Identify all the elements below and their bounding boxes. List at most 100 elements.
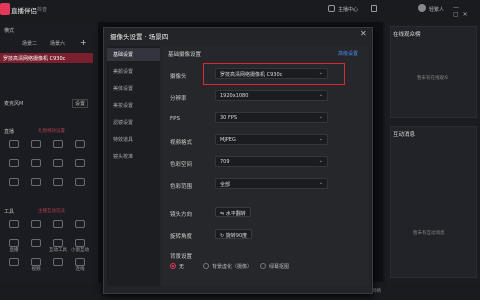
tool-icon: [9, 239, 19, 247]
extra-tool-3[interactable]: [70, 220, 90, 238]
settings-icon[interactable]: [371, 5, 377, 12]
resolution-select[interactable]: 1920x1080 ⌄: [215, 90, 328, 101]
main-tool-2[interactable]: [48, 140, 68, 158]
main-tool-7[interactable]: [70, 159, 90, 177]
extra-tool-4[interactable]: 直播: [4, 239, 24, 257]
bg-option-none[interactable]: 无: [179, 263, 184, 270]
tool-icon: [9, 140, 19, 148]
extra-tool-6[interactable]: 互动工具: [48, 239, 68, 257]
flip-horizontal-button[interactable]: ⇋ 水平翻转: [215, 207, 251, 217]
format-label: 视频格式: [170, 140, 193, 146]
format-select[interactable]: MJPEG ⌄: [215, 134, 328, 145]
colorspace-select[interactable]: 709 ⌄: [215, 156, 328, 167]
tool-icon: [31, 258, 41, 266]
main-tool-9[interactable]: [26, 178, 46, 196]
tools-title: 直播: [4, 129, 15, 135]
tool-label: 小窗互动: [71, 248, 89, 253]
close-icon[interactable]: ✕: [360, 29, 367, 38]
add-scene-icon[interactable]: +: [80, 38, 87, 47]
messages-empty: 暂未有互动消息: [413, 231, 445, 236]
scene-tab-1[interactable]: 场景二: [22, 40, 37, 47]
tool-icon: [31, 159, 41, 167]
tool-icon: [31, 239, 41, 247]
app-subtitle: 抖音: [37, 7, 48, 13]
bg-option-greenscreen[interactable]: 绿幕抠图: [269, 263, 289, 270]
rotate-button[interactable]: ↻ 旋转90度: [215, 229, 253, 239]
camera-highlight-box: [203, 63, 345, 85]
main-tool-6[interactable]: [48, 159, 68, 177]
main-tool-4[interactable]: [4, 159, 24, 177]
nav-beauty[interactable]: 美颜设置: [107, 65, 160, 78]
chevron-down-icon: ⌄: [318, 114, 323, 120]
main-tool-8[interactable]: [4, 178, 24, 196]
main-tool-5[interactable]: [26, 159, 46, 177]
tool-icon: [53, 239, 63, 247]
tool-label: 互动工具: [49, 248, 67, 253]
rotate-label: 旋转角度: [170, 234, 193, 240]
extra-tool-9[interactable]: 视频: [26, 258, 46, 276]
colorspace-label: 色彩空间: [170, 162, 193, 168]
camera-label: 摄像头: [170, 74, 187, 80]
extra-tool-2[interactable]: [48, 220, 68, 238]
main-tool-3[interactable]: [70, 140, 90, 158]
nav-basic[interactable]: 基础设置: [107, 48, 160, 61]
layout-mode[interactable]: 横式: [4, 27, 14, 34]
notification-icon[interactable]: [328, 5, 335, 12]
nav-effects[interactable]: 特效道具: [107, 133, 160, 146]
extra-tool-8[interactable]: [4, 258, 24, 276]
nav-calibration[interactable]: 镜头校准: [107, 150, 160, 163]
audience-empty: 暂未有在线观众: [417, 76, 449, 81]
bg-option-blur[interactable]: 背景虚化（摄像）: [212, 263, 252, 270]
chevron-down-icon: ⌄: [318, 92, 323, 98]
colorrange-select[interactable]: 全部 ⌄: [215, 178, 328, 189]
bg-option-greenscreen-radio[interactable]: [260, 263, 266, 269]
creator-center-link[interactable]: 主播中心: [338, 6, 358, 13]
tool-icon: [53, 140, 63, 148]
app-logo-icon: [0, 3, 10, 15]
tool-icon: [75, 220, 85, 228]
chevron-down-icon: ⌄: [318, 136, 323, 142]
colorrange-label: 色彩范围: [170, 184, 193, 190]
source-item-camera[interactable]: 罗技高清网络摄像机 C930c: [0, 53, 93, 63]
extra-tool-7[interactable]: 小窗互动: [70, 239, 90, 257]
tool-label: 连线: [75, 267, 85, 272]
mic-settings-button[interactable]: 设置: [72, 99, 89, 108]
gift-hint[interactable]: 礼物特效设置: [38, 128, 65, 134]
tool-icon: [75, 140, 85, 148]
scene-tab-2[interactable]: 场景六: [50, 40, 65, 47]
tool-icon: [53, 220, 63, 228]
audience-title: 在线观众榜: [393, 32, 421, 38]
avatar[interactable]: [418, 4, 426, 12]
window-controls[interactable]: —▢✕: [453, 4, 480, 18]
tool-icon: [9, 178, 19, 186]
extra-tool-0[interactable]: [4, 220, 24, 238]
main-tool-0[interactable]: [4, 140, 24, 158]
extra-tool-1[interactable]: [26, 220, 46, 238]
main-tool-1[interactable]: [26, 140, 46, 158]
extra-tool-11[interactable]: 连线: [70, 258, 90, 276]
app-title: 直播伴侣: [11, 7, 37, 15]
tool-icon: [75, 178, 85, 186]
main-tool-10[interactable]: [48, 178, 68, 196]
extra-tool-10[interactable]: [48, 258, 68, 276]
tool-label: 视频: [31, 267, 41, 272]
user-name[interactable]: 轻繁人: [429, 6, 444, 13]
extra-tool-5[interactable]: [26, 239, 46, 257]
network-status: 网络: [372, 289, 381, 294]
bg-option-none-radio[interactable]: [170, 263, 176, 269]
dialog-title: 摄像头设置 · 场景四: [110, 33, 169, 41]
nav-makeup[interactable]: 美妆设置: [107, 99, 160, 112]
fps-select[interactable]: 30 FPS ⌄: [215, 112, 328, 123]
tool-icon: [9, 159, 19, 167]
nav-filter[interactable]: 滤镜设置: [107, 116, 160, 129]
main-tool-11[interactable]: [70, 178, 90, 196]
bg-option-blur-radio[interactable]: [203, 263, 209, 269]
chevron-down-icon: ⌄: [318, 158, 323, 164]
advanced-settings-link[interactable]: 高级设置: [338, 50, 358, 57]
background-label: 背景设置: [170, 254, 193, 260]
tool-label: 直播: [9, 248, 19, 253]
extra-hint[interactable]: 主播互动玩法: [38, 208, 65, 214]
nav-body[interactable]: 美体设置: [107, 82, 160, 95]
extra-title: 工具: [4, 209, 15, 215]
tool-icon: [75, 159, 85, 167]
